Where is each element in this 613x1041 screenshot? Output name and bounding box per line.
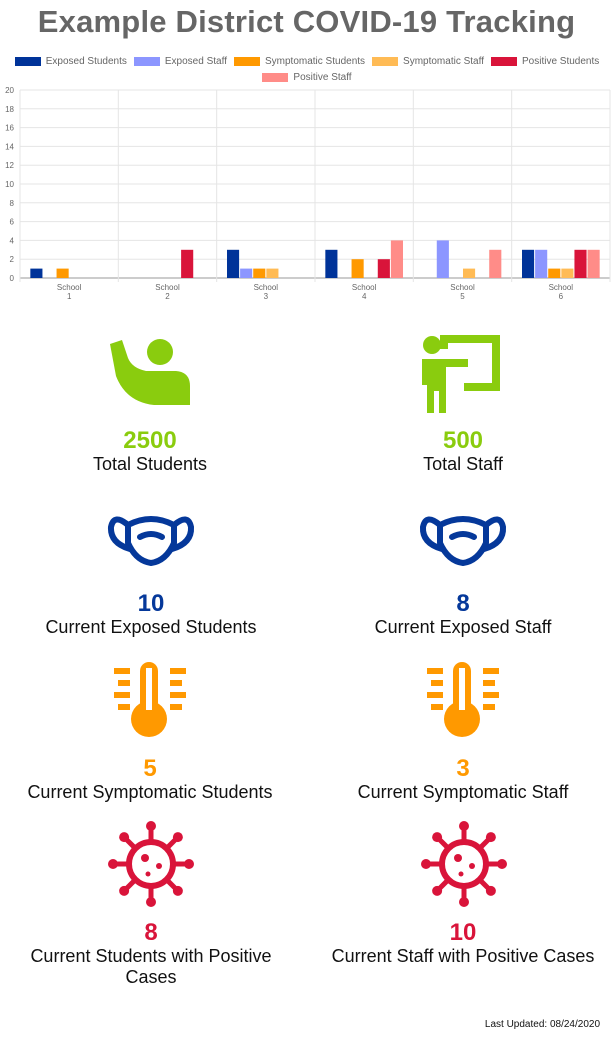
x-tick-label: School — [57, 283, 82, 292]
virus-icon — [108, 821, 194, 907]
bar — [436, 240, 449, 278]
stat-label: Total Staff — [423, 454, 503, 474]
stat-total-staff: 500 Total Staff — [353, 428, 573, 475]
legend-item[interactable]: Exposed Students — [14, 54, 127, 68]
legend-swatch — [372, 56, 399, 66]
legend-label: Exposed Students — [45, 55, 127, 67]
last-updated: Last Updated: 08/24/2020 — [484, 1019, 600, 1030]
y-tick-label: 6 — [10, 218, 15, 227]
bar — [548, 268, 561, 278]
x-tick-label: School — [155, 283, 180, 292]
legend-item[interactable]: Positive Staff — [262, 70, 352, 84]
bar — [463, 268, 476, 278]
stat-label: Current Symptomatic Students — [27, 782, 273, 802]
x-tick-label: School — [352, 283, 377, 292]
bar — [266, 268, 279, 278]
bar — [377, 259, 390, 278]
bar — [561, 268, 574, 278]
stat-label: Current Symptomatic Staff — [357, 782, 569, 802]
legend-item[interactable]: Symptomatic Students — [233, 54, 366, 68]
stat-label: Total Students — [92, 454, 208, 474]
legend-item[interactable]: Positive Students — [491, 54, 599, 68]
bar — [535, 249, 548, 278]
bar — [587, 249, 600, 278]
legend-swatch — [233, 56, 260, 66]
stat-symptomatic-staff: 3 Current Symptomatic Staff — [333, 756, 593, 803]
face-mask-icon — [107, 516, 195, 566]
y-tick-label: 0 — [10, 274, 15, 283]
x-tick-label: 1 — [67, 292, 72, 301]
stat-value: 8 — [144, 919, 158, 946]
legend-label: Symptomatic Students — [264, 55, 366, 67]
legend-label: Exposed Staff — [164, 55, 227, 67]
bar — [522, 249, 535, 278]
x-tick-label: School — [549, 283, 574, 292]
legend-item[interactable]: Exposed Staff — [133, 54, 227, 68]
page-title: Example District COVID-19 Tracking — [37, 4, 576, 39]
legend-swatch — [14, 56, 41, 66]
stat-exposed-staff: 8 Current Exposed Staff — [353, 591, 573, 638]
stat-value: 10 — [137, 590, 165, 617]
stat-label-line-1: Current Students with Positive — [30, 946, 272, 966]
stat-value: 5 — [143, 755, 157, 782]
stat-value: 8 — [456, 590, 470, 617]
y-tick-label: 14 — [5, 142, 14, 151]
stat-symptomatic-students: 5 Current Symptomatic Students — [10, 756, 290, 803]
legend-label: Positive Students — [522, 55, 600, 67]
bar — [325, 249, 338, 278]
x-tick-label: 5 — [460, 292, 465, 301]
stat-label: Current Exposed Students — [45, 617, 257, 637]
stat-total-students: 2500 Total Students — [40, 428, 260, 475]
stat-positive-staff: 10 Current Staff with Positive Cases — [313, 920, 613, 967]
y-tick-label: 20 — [5, 86, 14, 95]
stat-positive-students: 8 Current Students with Positive Cases — [10, 920, 292, 988]
face-mask-icon — [419, 516, 507, 566]
x-tick-label: 2 — [165, 292, 170, 301]
legend-swatch — [133, 56, 160, 66]
bar — [253, 268, 266, 278]
teacher-at-board-icon — [422, 335, 500, 413]
y-tick-label: 2 — [10, 255, 15, 264]
bar — [227, 249, 240, 278]
y-tick-label: 4 — [10, 236, 15, 245]
chart-legend: Exposed Students Exposed Staff Symptomatic… — [0, 54, 613, 84]
y-tick-label: 8 — [10, 199, 15, 208]
bar — [240, 268, 253, 278]
x-tick-label: School — [450, 283, 475, 292]
thermometer-icon — [114, 662, 186, 737]
stat-value: 3 — [456, 755, 470, 782]
virus-icon — [421, 821, 507, 907]
thermometer-icon — [427, 662, 499, 737]
bar — [489, 249, 502, 278]
stat-exposed-students: 10 Current Exposed Students — [40, 591, 262, 638]
stat-label: Current Exposed Staff — [374, 617, 552, 637]
student-raising-hand-icon — [110, 339, 190, 405]
bar — [351, 259, 364, 278]
legend-label: Positive Staff — [293, 71, 352, 83]
x-tick-label: 4 — [362, 292, 367, 301]
x-tick-label: 3 — [264, 292, 269, 301]
stat-value: 2500 — [123, 427, 177, 454]
bar — [574, 249, 587, 278]
stat-label: Current Staff with Positive Cases — [331, 946, 595, 966]
stat-value: 500 — [442, 427, 484, 454]
y-tick-label: 10 — [5, 180, 14, 189]
legend-swatch — [491, 56, 517, 66]
bar — [181, 249, 194, 278]
x-tick-label: 6 — [559, 292, 564, 301]
y-tick-label: 18 — [5, 105, 14, 114]
bar — [30, 268, 43, 278]
legend-item[interactable]: Symptomatic Staff — [372, 54, 484, 68]
bar — [390, 240, 403, 278]
bar — [56, 268, 69, 278]
y-tick-label: 16 — [5, 124, 14, 133]
legend-swatch — [262, 72, 289, 82]
legend-label: Symptomatic Staff — [403, 55, 484, 67]
x-tick-label: School — [254, 283, 279, 292]
stat-label-line-2: Cases — [125, 967, 177, 987]
bar-chart: 02468101214161820School1School2School3Sc… — [5, 86, 611, 301]
stat-value: 10 — [449, 919, 477, 946]
y-tick-label: 12 — [5, 161, 14, 170]
